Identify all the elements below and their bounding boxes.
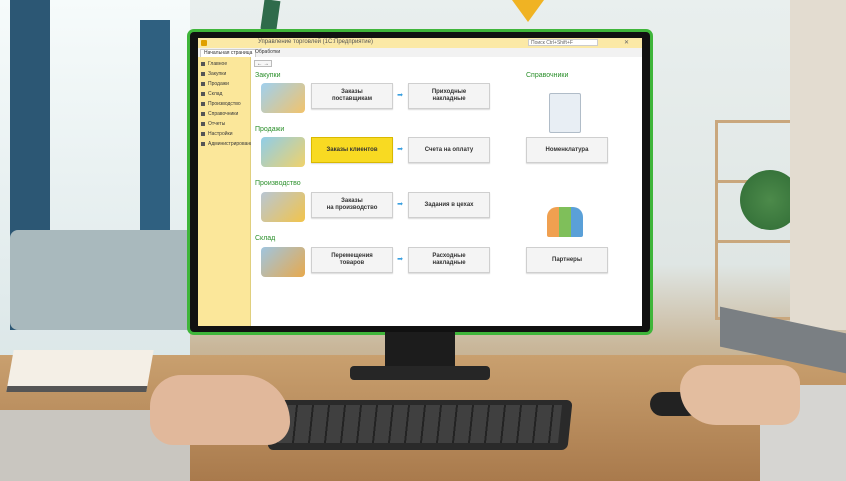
production-orders-button[interactable]: Заказы на производство (311, 192, 393, 218)
production-illustration (261, 192, 305, 222)
sofa (10, 230, 210, 330)
warehouse-illustration (261, 247, 305, 277)
sidebar-item-production[interactable]: Производство (201, 101, 241, 107)
left-hand (150, 375, 290, 445)
sidebar-item-sales[interactable]: Продажи (201, 81, 229, 87)
report-icon (201, 121, 205, 126)
partners-button[interactable]: Партнеры (526, 247, 608, 273)
tab-home[interactable]: Начальная страница (200, 49, 257, 57)
nav-back-forward-button[interactable]: ← → (254, 60, 272, 67)
menu-icon (201, 61, 205, 66)
sales-icon (201, 81, 205, 86)
monitor-foot (350, 366, 490, 380)
keyboard-keys (278, 405, 562, 443)
app-screen: Управление торговлей (1С:Предприятие) По… (198, 38, 642, 326)
warehouse-icon (201, 91, 205, 96)
window-title: Управление торговлей (1С:Предприятие) (258, 39, 373, 45)
outgoing-invoices-button[interactable]: Расходные накладные (408, 247, 490, 273)
flow-arrow-icon: ➡ (397, 146, 403, 153)
partners-icon (547, 207, 583, 237)
admin-icon (201, 141, 205, 146)
main-content: ← → Закупки Заказы поставщикам ➡ Приходн… (251, 57, 642, 326)
sidebar: Главное Закупки Продажи Склад Производст… (198, 57, 256, 326)
gear-icon (201, 131, 205, 136)
cart-icon (201, 71, 205, 76)
factory-icon (201, 101, 205, 106)
shop-tasks-button[interactable]: Задания в цехах (408, 192, 490, 218)
flow-arrow-icon: ➡ (397, 92, 403, 99)
sidebar-item-main[interactable]: Главное (201, 61, 227, 67)
purchases-illustration (261, 83, 305, 113)
sidebar-item-references[interactable]: Справочники (201, 111, 238, 117)
payment-invoices-button[interactable]: Счета на оплату (408, 137, 490, 163)
sidebar-item-warehouse[interactable]: Склад (201, 91, 222, 97)
sales-illustration (261, 137, 305, 167)
close-icon[interactable]: ✕ (624, 39, 629, 46)
goods-transfers-button[interactable]: Перемещения товаров (311, 247, 393, 273)
search-input[interactable]: Поиск Ctrl+Shift+F (528, 39, 598, 46)
incoming-invoices-button[interactable]: Приходные накладные (408, 83, 490, 109)
section-title-sales: Продажи (255, 126, 285, 133)
notebook (6, 350, 154, 392)
curtain-right (790, 0, 846, 330)
app-logo-icon (201, 40, 207, 46)
yellow-arrow-decoration (512, 0, 544, 22)
section-title-warehouse: Склад (255, 235, 276, 242)
section-title-references: Справочники (526, 72, 569, 79)
flow-arrow-icon: ➡ (397, 256, 403, 263)
supplier-orders-button[interactable]: Заказы поставщикам (311, 83, 393, 109)
section-title-production: Производство (255, 180, 301, 187)
tab-processing[interactable]: Обработки (252, 49, 283, 56)
nomenclature-button[interactable]: Номенклатура (526, 137, 608, 163)
sidebar-item-reports[interactable]: Отчеты (201, 121, 225, 127)
right-hand (680, 365, 800, 425)
sidebar-item-admin[interactable]: Администрирование (201, 141, 256, 147)
catalog-icon (549, 93, 581, 133)
client-orders-button[interactable]: Заказы клиентов (311, 137, 393, 163)
flow-arrow-icon: ➡ (397, 201, 403, 208)
sidebar-item-purchases[interactable]: Закупки (201, 71, 226, 77)
sidebar-item-settings[interactable]: Настройки (201, 131, 233, 137)
book-icon (201, 111, 205, 116)
section-title-purchases: Закупки (255, 72, 281, 79)
